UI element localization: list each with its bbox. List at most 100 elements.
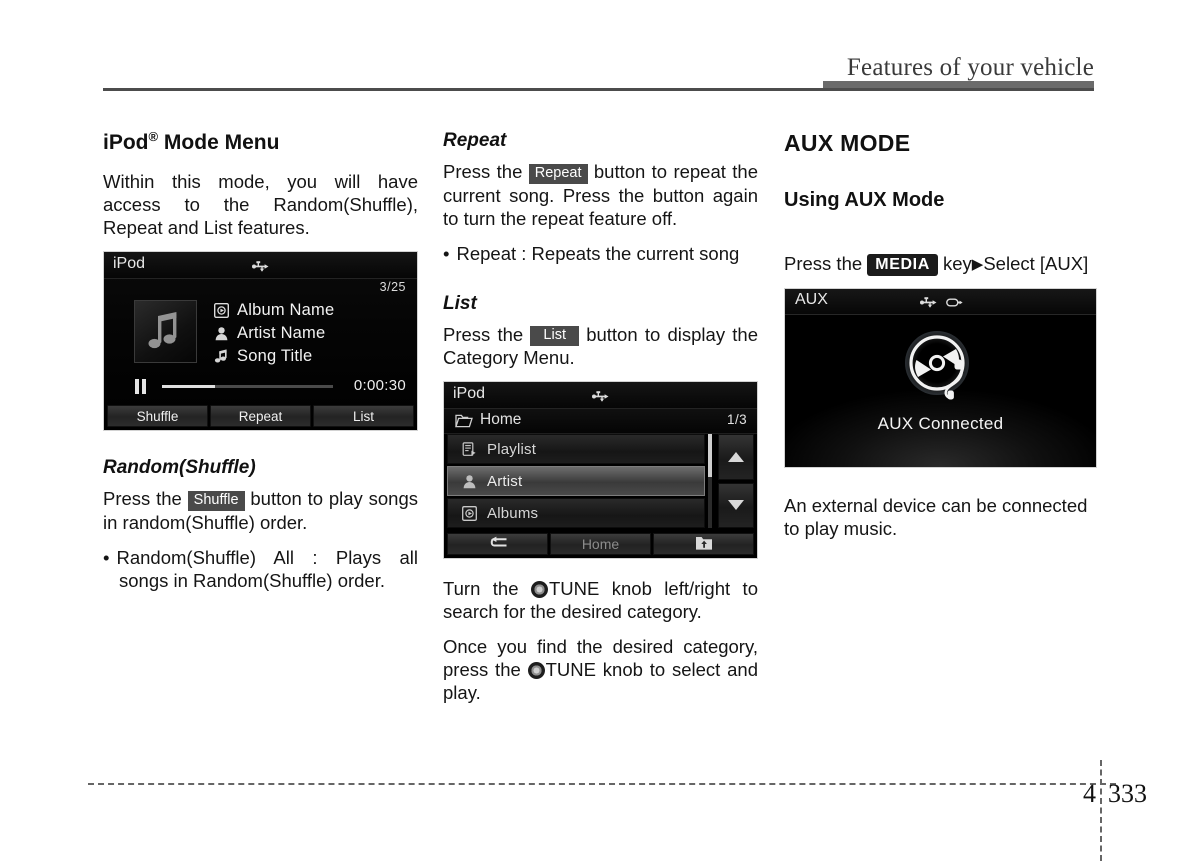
random-shuffle-text: Press the Shuffle button to play songs i… [103,487,418,534]
artist-row: Artist Name [212,322,334,344]
category-list: Playlist Artist Albums [447,434,705,528]
progress-bar[interactable] [162,385,333,389]
tune-search-text-before: Turn the [443,578,531,599]
triangle-down-icon [728,500,744,511]
list-key-chip: List [530,326,579,346]
folder-up-button[interactable] [653,533,754,555]
ipod-softkey-bar: Shuffle Repeat List [104,403,417,430]
aux-status-icons [919,295,963,313]
elapsed-time: 0:00:30 [353,377,406,395]
ipod-mode-menu-heading-main: iPod [103,131,149,154]
list-screen-title: iPod [453,385,486,402]
tune-search-text: Turn the TUNE knob left/right to search … [443,577,758,623]
scrollbar-thumb[interactable] [708,434,712,478]
list-item-label: Artist [487,472,523,490]
repeat-key-chip: Repeat [528,163,588,184]
album-icon [461,505,478,521]
aux-mode-heading: AUX MODE [784,130,911,156]
list-item-label: Albums [487,504,539,522]
chapter-number: 4 [1083,779,1096,808]
registered-mark: ® [148,129,159,144]
list-heading: List [443,292,477,314]
transport-bar: 0:00:30 [104,376,417,398]
repeat-text-before: Press the [443,161,529,182]
scroll-up-button[interactable] [718,434,754,480]
album-art [134,300,197,364]
aux-press-text-mid: key [937,253,972,274]
folder-up-icon [695,535,713,554]
middle-column: Repeat Press the Repeat button to repeat… [443,130,758,716]
aux-press-text-before: Press the [784,253,868,274]
list-text: Press the List button to display the Cat… [443,323,758,370]
softkey-shuffle[interactable]: Shuffle [107,405,208,428]
aux-center-content: AUX Connected [785,329,1096,434]
back-arrow-icon [487,536,509,553]
page-title: Features of your vehicle [846,54,1094,81]
playlist-icon [461,441,478,457]
list-item: Random(Shuffle) All : Plays all songs in… [103,546,418,592]
left-column: iPod® Mode Menu Within this mode, you wi… [103,129,418,602]
usb-icon [591,389,611,407]
artist-name-label: Artist Name [237,323,326,342]
usb-icon [251,259,271,277]
play-arrow-icon: ▶ [971,256,984,273]
album-icon [212,302,230,318]
music-note-icon [212,348,230,364]
current-path-label: Home [480,411,522,428]
right-column: AUX MODE Using AUX Mode Press the MEDIA … [784,130,1099,552]
list-item-label: Playlist [487,440,537,458]
list-item-playlist[interactable]: Playlist [447,434,705,464]
pause-icon[interactable] [135,379,147,395]
category-list-body: Playlist Artist Albums [447,434,754,528]
softkey-repeat[interactable]: Repeat [210,405,311,428]
tune-knob-icon [527,662,545,679]
aux-connected-screen: AUX AUX Connected [784,288,1097,468]
scroll-buttons [718,434,754,528]
repeat-bullets: Repeat : Repeats the current song [443,242,758,265]
tune-knob-icon [530,581,548,598]
triangle-up-icon [728,451,744,462]
album-name-label: Album Name [237,300,335,319]
ipod-mode-menu-heading-rest: Mode Menu [158,131,280,154]
page-number: 4 333 [1060,779,1190,811]
tune-select-text: Once you find the desired category, pres… [443,635,758,704]
repeat-heading: Repeat [443,130,507,151]
header-rule [103,88,1094,91]
aux-screen-title: AUX [795,291,828,308]
back-button[interactable] [447,533,548,555]
list-item: Repeat : Repeats the current song [443,242,758,265]
list-item-artist[interactable]: Artist [447,466,705,496]
repeat-text: Press the Repeat button to repeat the cu… [443,160,758,230]
usb-icon [919,295,939,313]
ipod-mode-intro-text: Within this mode, you will have access t… [103,171,418,239]
list-bottom-bar: Home [444,531,757,558]
song-title-label: Song Title [237,346,313,365]
scrollbar[interactable] [708,434,712,528]
ipod-category-list-screen: iPod Home 1/3 Playlist Artist Albums Hom… [443,381,758,559]
page-header: Features of your vehicle [0,0,1200,100]
list-item-albums[interactable]: Albums [447,498,705,528]
artist-icon [461,473,478,489]
aux-screen-topbar: AUX [785,289,1096,315]
ipod-screen-title: iPod [113,255,146,273]
folder-icon [455,414,473,433]
home-button[interactable]: Home [550,533,651,555]
random-shuffle-text-before: Press the [103,488,188,510]
random-shuffle-bullets: Random(Shuffle) All : Plays all songs in… [103,546,418,592]
softkey-list[interactable]: List [313,405,414,428]
using-aux-mode-heading: Using AUX Mode [784,189,945,211]
track-metadata: Album Name Artist Name Song Title [212,299,334,368]
aux-note-text: An external device can be connected to p… [784,495,1088,539]
aux-press-text-after: Select [AUX] [983,253,1089,274]
ipod-now-playing-screen: iPod 3/25 Album Name Artist Name Song Ti… [103,251,418,432]
ipod-mode-menu-heading: iPod® Mode Menu [103,129,418,154]
media-key-chip: MEDIA [867,253,938,276]
page-indicator: 1/3 [727,412,747,427]
aux-plug-icon [945,295,963,313]
progress-fill [162,385,215,389]
aux-disc-icon [899,329,983,410]
scroll-down-button[interactable] [718,482,754,528]
footer-divider [88,783,1116,785]
shuffle-key-chip: Shuffle [187,490,245,511]
album-row: Album Name [212,299,334,321]
